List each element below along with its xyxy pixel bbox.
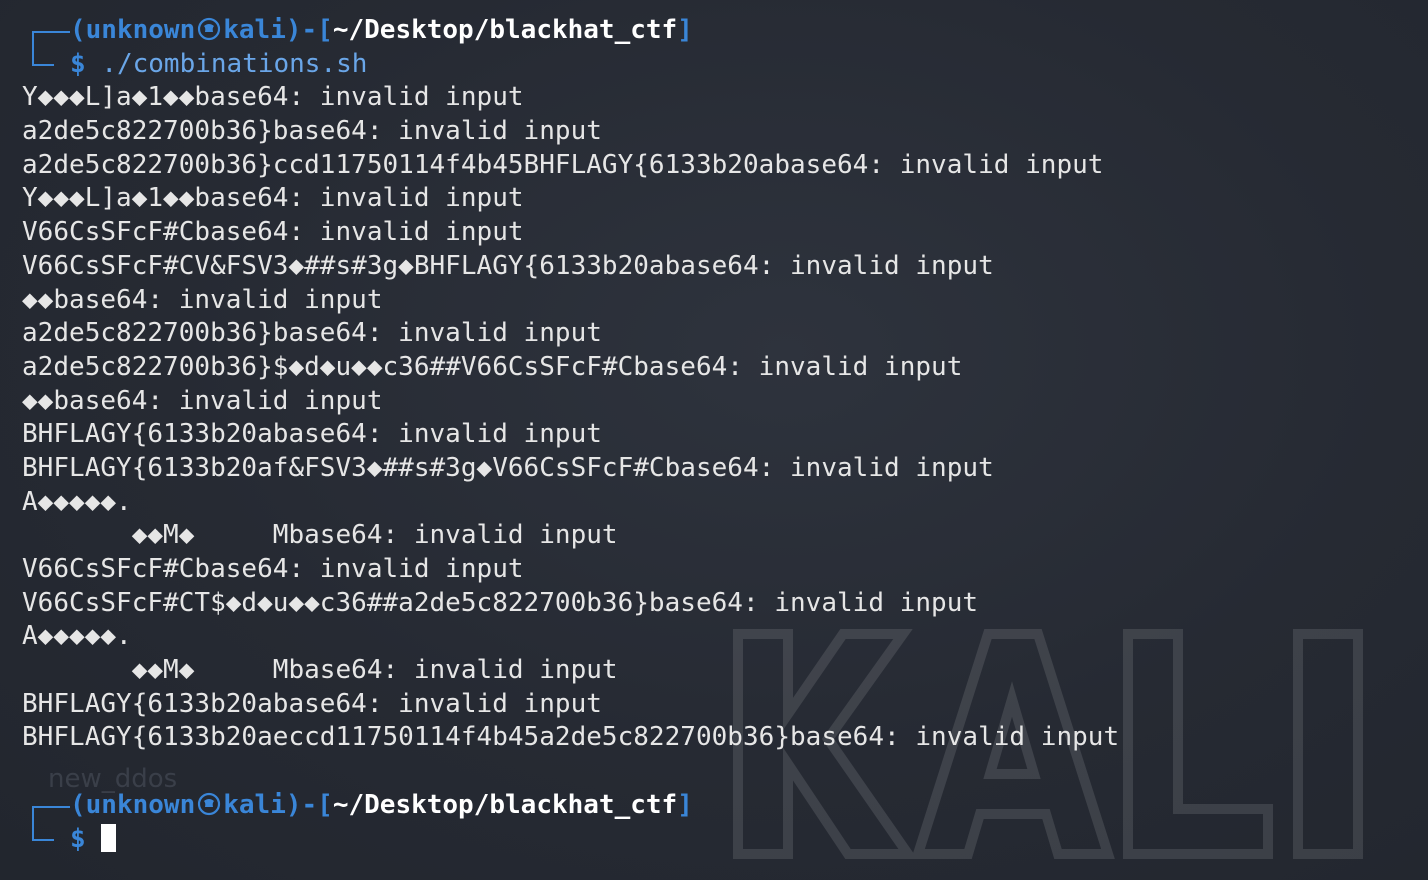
output-line: A◆◆◆◆◆. <box>22 621 132 652</box>
output-line: a2de5c822700b36}base64: invalid input <box>22 116 602 147</box>
prompt-line: (unknown kali)-[~/Desktop/blackhat_ctf] <box>22 14 1428 49</box>
output-line: Y◆◆◆L]a◆1◆◆base64: invalid input <box>22 183 524 214</box>
output-line: V66CsSFcF#Cbase64: invalid input <box>22 554 524 584</box>
prompt-symbol: $ <box>70 823 86 854</box>
output-line: a2de5c822700b36}base64: invalid input <box>22 318 602 349</box>
output-line: a2de5c822700b36}$◆d◆u◆◆c36##V66CsSFcF#Cb… <box>22 351 963 382</box>
output-line: ◆◆M◆ Mbase64: invalid input <box>22 520 618 551</box>
input-line[interactable]: $ <box>22 822 1428 857</box>
output-line: BHFLAGY{6133b20af&FSV3◆##s#3g◆V66CsSFcF#… <box>22 452 994 483</box>
prompt-user: unknown <box>85 789 196 820</box>
prompt-line: (unknown kali)-[~/Desktop/blackhat_ctf] <box>22 789 1428 824</box>
prompt-corner-bottom <box>22 47 70 82</box>
prompt-path: ~/Desktop/blackhat_ctf <box>332 15 678 45</box>
output-line: BHFLAGY{6133b20abase64: invalid input <box>22 688 602 719</box>
text-cursor[interactable] <box>101 823 117 852</box>
prompt-host: kali <box>223 789 286 820</box>
prompt-user: unknown <box>85 15 196 45</box>
output-line: BHFLAGY{6133b20abase64: invalid input <box>22 419 602 450</box>
kali-skull-icon <box>198 17 221 41</box>
output-line: V66CsSFcF#Cbase64: invalid input <box>22 217 524 248</box>
prompt-corner-top <box>22 789 70 824</box>
terminal-window[interactable]: new_ddos (unknown kali)-[~/Desktop/blackh… <box>0 0 1428 880</box>
output-line: BHFLAGY{6133b20aeccd11750114f4b45a2de5c8… <box>22 722 1120 753</box>
output-line: Y◆◆◆L]a◆1◆◆base64: invalid input <box>22 82 524 113</box>
prompt-path: ~/Desktop/blackhat_ctf <box>332 789 678 820</box>
output-line: ◆◆base64: invalid input <box>22 385 383 416</box>
prompt-corner-top <box>22 14 70 49</box>
output-line: V66CsSFcF#CV&FSV3◆##s#3g◆BHFLAGY{6133b20… <box>22 250 994 281</box>
output-line: V66CsSFcF#CT$◆d◆u◆◆c36##a2de5c822700b36}… <box>22 587 979 618</box>
command-text: ./combinations.sh <box>101 48 368 79</box>
output-line: a2de5c822700b36}ccd11750114f4b45BHFLAGY{… <box>22 149 1104 180</box>
prompt-host: kali <box>223 15 286 45</box>
prompt-corner-bottom <box>22 822 70 857</box>
prompt-symbol: $ <box>70 48 86 79</box>
kali-skull-icon <box>198 792 221 815</box>
output-line: ◆◆M◆ Mbase64: invalid input <box>22 655 618 686</box>
output-line: ◆◆base64: invalid input <box>22 284 383 315</box>
output-line: A◆◆◆◆◆. <box>22 486 132 517</box>
terminal-output: (unknown kali)-[~/Desktop/blackhat_ctf] $… <box>22 14 1428 856</box>
command-line: $ ./combinations.sh <box>22 47 1428 82</box>
